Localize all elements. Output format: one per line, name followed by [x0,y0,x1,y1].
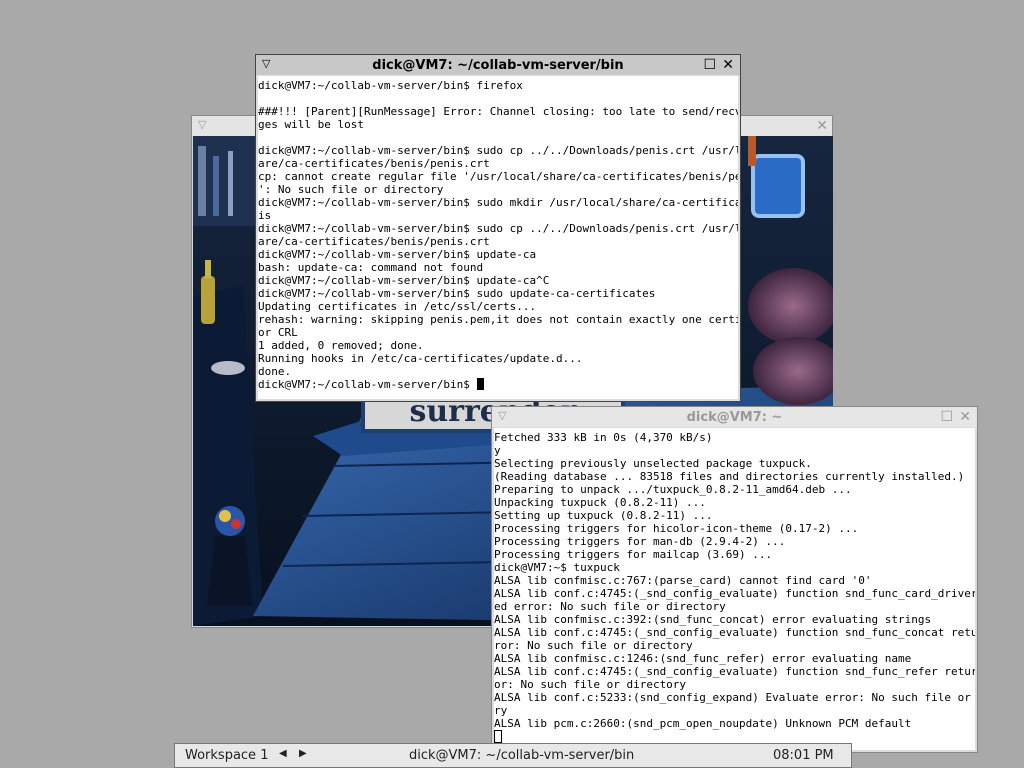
maximize-square-icon[interactable]: ☐ [703,56,716,74]
terminal-window-collab[interactable]: ▽ dick@VM7: ~/collab-vm-server/bin ☐ ✕ d… [255,54,741,402]
terminal-line: is [258,209,272,222]
terminal-line: ALSA lib pcm.c:2660:(snd_pcm_open_noupda… [494,717,912,730]
window-menu-chevron-down-icon[interactable]: ▽ [198,118,206,131]
close-icon[interactable]: ✕ [959,408,971,426]
terminal-line: or: No such file or directory [494,678,687,691]
terminal-line: dick@VM7:~/collab-vm-server/bin$ firefox [258,79,523,92]
terminal-line: dick@VM7:~/collab-vm-server/bin$ sudo cp… [258,144,738,157]
terminal-line: or CRL [258,326,298,339]
terminal-line: Processing triggers for mailcap (3.69) .… [494,548,773,561]
terminal-title: dick@VM7: ~ [686,409,783,425]
terminal-line: 1 added, 0 removed; done. [258,339,424,352]
terminal-line: ry [494,704,508,717]
terminal-line: ALSA lib conf.c:4745:(_snd_config_evalua… [494,587,975,600]
terminal-cursor [476,378,484,390]
terminal-line: cp: cannot create regular file '/usr/loc… [258,170,738,183]
terminal-line: dick@VM7:~/collab-vm-server/bin$ update-… [258,248,537,261]
terminal-line: bash: update-ca: command not found [258,261,484,274]
terminal-output[interactable]: dick@VM7:~/collab-vm-server/bin$ firefox… [258,76,738,399]
terminal-line: Unpacking tuxpuck (0.8.2-11) ... [494,496,706,509]
terminal-line: Fetched 333 kB in 0s (4,370 kB/s) [494,431,713,444]
taskbar: Workspace 1 ◀ ▶ dick@VM7: ~/collab-vm-se… [174,743,852,768]
terminal-line: done. [258,365,292,378]
triangle-right-icon[interactable]: ▶ [299,748,307,759]
terminal-line: ges will be lost [258,118,364,131]
close-icon[interactable]: ✕ [722,56,734,74]
terminal-line: ALSA lib conf.c:5233:(snd_config_expand)… [494,691,975,704]
terminal-line: ror: No such file or directory [494,639,693,652]
terminal-line: (Reading database ... 83518 files and di… [494,470,965,483]
clock: 08:01 PM [773,748,834,763]
terminal-line: ': No such file or directory [258,183,444,196]
terminal-line: dick@VM7:~$ tuxpuck [494,561,620,574]
terminal-line: Preparing to unpack .../tuxpuck_0.8.2-11… [494,483,852,496]
terminal-window-home[interactable]: ▽ dick@VM7: ~ ☐ ✕ Fetched 333 kB in 0s (… [491,406,978,753]
terminal-titlebar[interactable]: ▽ dick@VM7: ~ ☐ ✕ [492,407,977,427]
terminal-line: Selecting previously unselected package … [494,457,812,470]
terminal-line [494,730,975,743]
terminal-line: ed error: No such file or directory [494,600,726,613]
terminal-line: ALSA lib confmisc.c:392:(snd_func_concat… [494,613,932,626]
terminal-line: dick@VM7:~/collab-vm-server/bin$ sudo cp… [258,222,738,235]
terminal-title: dick@VM7: ~/collab-vm-server/bin [372,57,624,73]
terminal-line: are/ca-certificates/benis/penis.crt [258,235,490,248]
terminal-line: ALSA lib confmisc.c:1246:(snd_func_refer… [494,652,912,665]
terminal-output[interactable]: Fetched 333 kB in 0s (4,370 kB/s) y Select… [494,428,975,750]
terminal-line: dick@VM7:~/collab-vm-server/bin$ [258,378,738,391]
terminal-line: Running hooks in /etc/ca-certificates/up… [258,352,583,365]
window-menu-chevron-down-icon[interactable]: ▽ [262,57,270,70]
terminal-line: are/ca-certificates/benis/penis.crt [258,157,490,170]
terminal-line: dick@VM7:~/collab-vm-server/bin$ update-… [258,274,550,287]
terminal-line: Updating certificates in /etc/ssl/certs.… [258,300,537,313]
window-menu-chevron-down-icon[interactable]: ▽ [498,409,506,422]
game-window-close-icon[interactable]: ✕ [816,117,828,135]
terminal-titlebar[interactable]: ▽ dick@VM7: ~/collab-vm-server/bin ☐ ✕ [256,55,740,75]
taskbar-task-terminal[interactable]: dick@VM7: ~/collab-vm-server/bin [409,748,634,763]
terminal-line: dick@VM7:~/collab-vm-server/bin$ sudo up… [258,287,656,300]
terminal-line: y [494,444,501,457]
terminal-line: ALSA lib conf.c:4745:(_snd_config_evalua… [494,665,975,678]
terminal-line: Setting up tuxpuck (0.8.2-11) ... [494,509,713,522]
workspace-label[interactable]: Workspace 1 [185,748,268,763]
terminal-line: Processing triggers for man-db (2.9.4-2)… [494,535,786,548]
terminal-line: rehash: warning: skipping penis.pem,it d… [258,313,738,326]
terminal-line: Processing triggers for hicolor-icon-the… [494,522,859,535]
maximize-square-icon[interactable]: ☐ [940,408,953,426]
terminal-line: ALSA lib conf.c:4745:(_snd_config_evalua… [494,626,975,639]
terminal-cursor [494,730,502,743]
terminal-line: ###!!! [Parent][RunMessage] Error: Chann… [258,105,738,118]
terminal-line: dick@VM7:~/collab-vm-server/bin$ sudo mk… [258,196,738,209]
triangle-left-icon[interactable]: ◀ [279,748,287,759]
terminal-line: ALSA lib confmisc.c:767:(parse_card) can… [494,574,872,587]
